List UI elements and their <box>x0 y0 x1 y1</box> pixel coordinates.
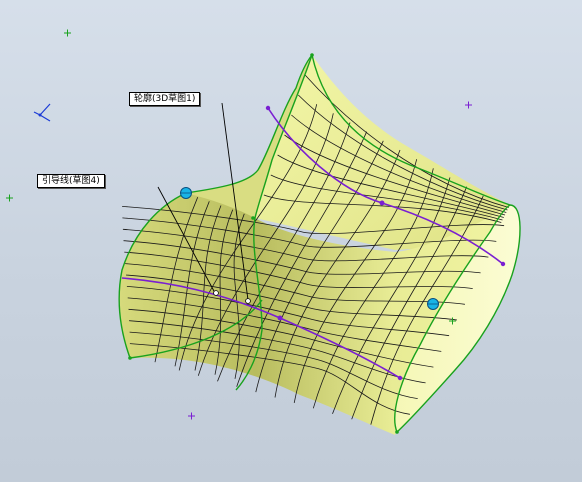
sketch-point-icon[interactable] <box>379 200 385 206</box>
graphics-viewport[interactable]: 轮廓(3D草图1) 引导线(草图4) <box>0 0 582 482</box>
sketch-point-icon[interactable] <box>500 261 506 267</box>
sketch-origin-icon <box>188 412 195 420</box>
sketch-point-icon[interactable] <box>397 375 403 381</box>
sketch-point-icon[interactable] <box>310 53 314 57</box>
sketch-origin-icon <box>465 101 472 109</box>
guide-curve-callout[interactable]: 引导线(草图4) <box>37 174 105 188</box>
sketch-point-icon[interactable] <box>277 315 283 321</box>
sketch-point-icon[interactable] <box>395 430 399 434</box>
profile-callout[interactable]: 轮廓(3D草图1) <box>129 92 201 106</box>
sketch-origin-icon <box>64 29 71 37</box>
surface-back-face <box>255 55 510 250</box>
sketch-origin-icon <box>6 194 13 202</box>
sketch-point-icon[interactable] <box>128 356 132 360</box>
sketch-point-icon[interactable] <box>265 105 271 111</box>
sketch-point-icon[interactable] <box>213 290 219 296</box>
sketch-point-icon[interactable] <box>251 216 255 220</box>
sketch-point-icon[interactable] <box>245 298 251 304</box>
loft-surface-model[interactable] <box>0 0 582 482</box>
triad-icon <box>33 103 51 122</box>
